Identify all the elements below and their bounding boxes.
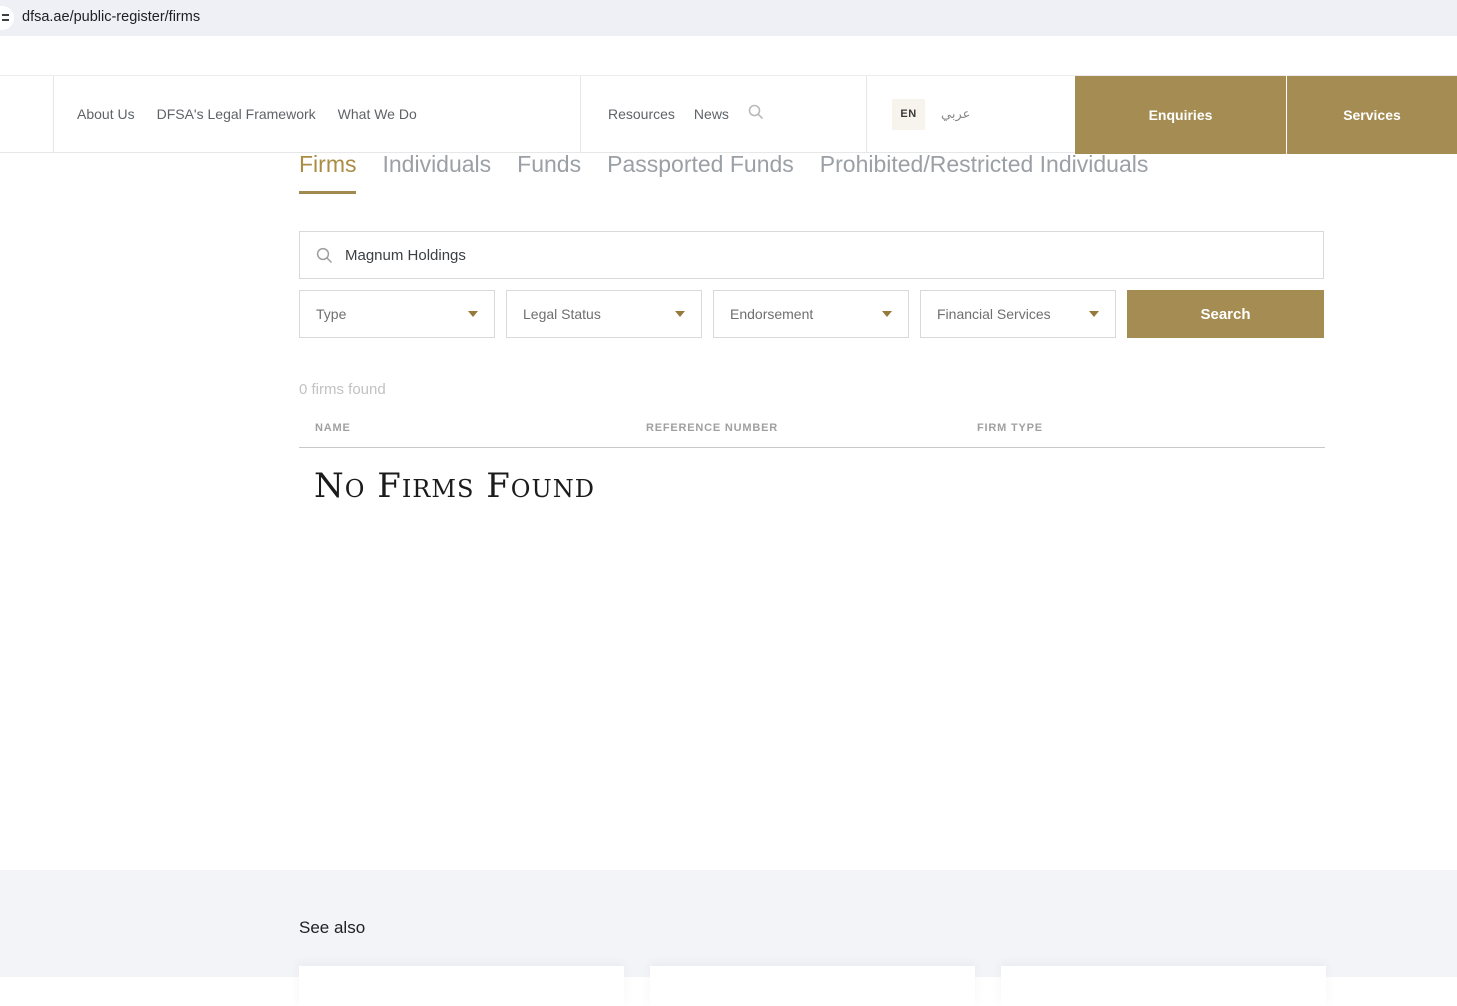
chevron-down-icon: [1089, 311, 1099, 317]
chevron-down-icon: [882, 311, 892, 317]
filter-row: Type Legal Status Endorsement Financial …: [299, 290, 1324, 338]
results-count: 0 firms found: [299, 381, 386, 398]
tab-firms[interactable]: Firms: [299, 151, 357, 194]
legal-status-dropdown[interactable]: Legal Status: [506, 290, 702, 338]
nav-item-news[interactable]: News: [694, 106, 729, 122]
type-dropdown-label: Type: [316, 306, 347, 322]
url-text[interactable]: dfsa.ae/public-register/firms: [22, 9, 200, 25]
site-info-icon[interactable]: [0, 6, 14, 30]
browser-url-bar[interactable]: dfsa.ae/public-register/firms: [0, 0, 1457, 36]
legal-status-dropdown-label: Legal Status: [523, 306, 601, 322]
see-also-card[interactable]: [650, 966, 975, 1006]
see-also-card[interactable]: [1001, 966, 1326, 1006]
endorsement-dropdown-label: Endorsement: [730, 306, 814, 322]
page: dfsa.ae/public-register/firms About Us D…: [0, 0, 1457, 1006]
nav-secondary: Resources News: [581, 76, 867, 152]
nav-item-resources[interactable]: Resources: [608, 106, 675, 122]
see-also-card[interactable]: [299, 966, 624, 1006]
empty-results-message: No Firms Found: [314, 466, 595, 506]
tab-prohibited-restricted-individuals[interactable]: Prohibited/Restricted Individuals: [820, 151, 1149, 194]
nav-item-what-we-do[interactable]: What We Do: [338, 106, 417, 122]
see-also-section: See also: [0, 870, 1457, 1006]
services-button[interactable]: Services: [1287, 76, 1457, 154]
language-en-button[interactable]: EN: [892, 98, 925, 130]
nav-primary: About Us DFSA's Legal Framework What We …: [53, 76, 581, 152]
column-header-name: NAME: [315, 422, 351, 434]
search-input-icon: [316, 247, 333, 263]
column-header-reference-number: REFERENCE NUMBER: [646, 422, 778, 434]
chevron-down-icon: [468, 311, 478, 317]
language-switcher: EN عربي: [867, 76, 1075, 152]
table-header-divider: [299, 447, 1325, 448]
endorsement-dropdown[interactable]: Endorsement: [713, 290, 909, 338]
top-navigation: About Us DFSA's Legal Framework What We …: [0, 75, 1457, 154]
financial-services-dropdown-label: Financial Services: [937, 306, 1051, 322]
type-dropdown[interactable]: Type: [299, 290, 495, 338]
chevron-down-icon: [675, 311, 685, 317]
see-also-title: See also: [299, 918, 366, 937]
tab-passported-funds[interactable]: Passported Funds: [607, 151, 794, 194]
search-button[interactable]: Search: [1127, 290, 1324, 338]
language-arabic-link[interactable]: عربي: [941, 106, 970, 122]
tab-funds[interactable]: Funds: [517, 151, 581, 194]
search-icon[interactable]: [748, 104, 764, 125]
nav-item-about-us[interactable]: About Us: [77, 106, 135, 122]
financial-services-dropdown[interactable]: Financial Services: [920, 290, 1116, 338]
nav-item-legal-framework[interactable]: DFSA's Legal Framework: [157, 106, 316, 122]
firm-search-box: [299, 231, 1324, 279]
register-tabs: Firms Individuals Funds Passported Funds…: [299, 151, 1148, 194]
tab-individuals[interactable]: Individuals: [382, 151, 491, 194]
column-header-firm-type: FIRM TYPE: [977, 422, 1043, 434]
firm-search-input[interactable]: [345, 246, 1323, 264]
enquiries-button[interactable]: Enquiries: [1075, 76, 1286, 154]
